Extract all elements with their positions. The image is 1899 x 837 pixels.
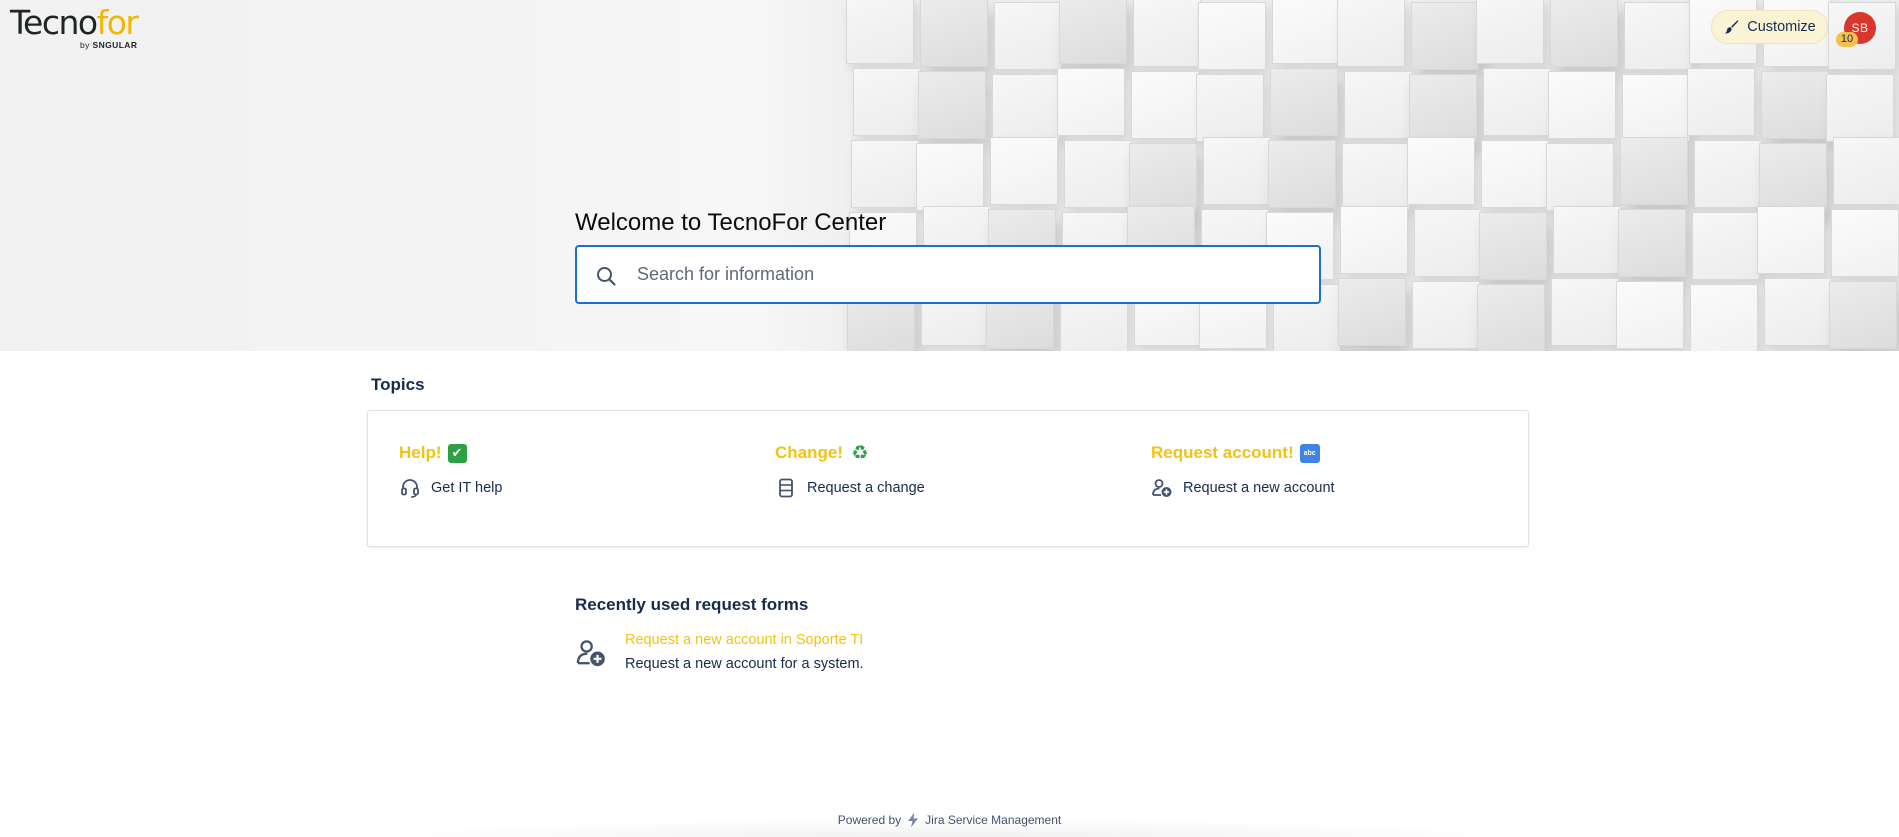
background-cube	[1759, 143, 1827, 211]
background-cube	[918, 71, 986, 139]
background-cube	[1761, 71, 1829, 139]
background-cube	[916, 143, 984, 211]
background-cube	[1064, 140, 1132, 208]
background-cube	[1409, 74, 1477, 142]
background-cube	[1342, 143, 1410, 211]
topic-link-label: Request a change	[807, 480, 925, 496]
logo-wordmark: Tecnofor	[10, 3, 139, 42]
document-icon	[779, 478, 793, 498]
background-cube	[1411, 2, 1479, 70]
recent-form-item: Request a new account in Soporte TI Requ…	[575, 632, 975, 676]
recent-forms-heading: Recently used request forms	[575, 595, 809, 614]
background-cube	[1551, 278, 1619, 346]
background-cube	[1483, 68, 1551, 136]
background-cube	[1618, 209, 1686, 277]
get-it-help-link[interactable]: Get IT help	[399, 477, 502, 499]
topic-change: Change! ♻ Request a change	[775, 443, 925, 499]
background-cube	[1338, 278, 1406, 346]
background-cube	[1831, 209, 1899, 277]
background-cube	[1196, 74, 1264, 142]
background-cube	[1412, 281, 1480, 349]
background-cube	[1833, 137, 1899, 205]
background-cube	[1129, 143, 1197, 211]
topics-heading: Topics	[371, 375, 425, 394]
background-cube	[1826, 74, 1894, 142]
background-cube	[853, 68, 921, 136]
customize-label: Customize	[1747, 19, 1816, 35]
search-icon	[597, 267, 616, 286]
background-cube	[1476, 0, 1544, 64]
background-cube	[1337, 0, 1405, 67]
background-cube	[1546, 143, 1614, 211]
background-cube	[920, 0, 988, 67]
background-cube	[994, 2, 1062, 70]
background-cube	[1272, 0, 1340, 64]
topic-title[interactable]: Request account! abc	[1151, 443, 1335, 463]
powered-by-label: Powered by	[837, 813, 902, 827]
topic-title[interactable]: Help! ✔	[399, 443, 502, 463]
background-cube	[851, 140, 919, 208]
background-cube	[1059, 0, 1127, 64]
footer: Powered by Jira Service Management	[0, 812, 1899, 828]
background-cube	[1481, 140, 1549, 208]
background-cube	[1764, 278, 1832, 346]
background-cube	[1550, 0, 1618, 67]
abc-icon: abc	[1299, 443, 1320, 463]
headset-icon	[401, 479, 419, 498]
customize-button[interactable]: Customize	[1711, 10, 1828, 44]
background-cube	[1268, 140, 1336, 208]
topic-link-label: Request a new account	[1183, 480, 1335, 496]
background-cube	[992, 74, 1060, 142]
background-cube	[1407, 137, 1475, 205]
topic-help: Help! ✔ Get IT help	[399, 443, 502, 499]
logo-tagline: by SNGULAR	[80, 40, 138, 50]
background-cube	[1622, 74, 1690, 142]
background-cube	[1829, 281, 1897, 349]
recycle-icon: ♻	[851, 442, 869, 464]
logo[interactable]: Tecnofor by SNGULAR	[10, 3, 150, 51]
background-cube	[1477, 284, 1545, 351]
topics-card: Help! ✔ Get IT help Change! ♻ Request a …	[367, 410, 1529, 547]
background-cube	[1548, 71, 1616, 139]
background-cube	[1624, 2, 1692, 70]
product-link[interactable]: Jira Service Management	[925, 813, 1061, 827]
background-cube	[1270, 68, 1338, 136]
background-cube	[846, 0, 914, 64]
search-box[interactable]	[575, 245, 1321, 304]
jira-bolt-icon	[908, 812, 919, 828]
background-cube	[1340, 206, 1408, 274]
search-input[interactable]	[637, 247, 1297, 302]
background-cube	[1687, 68, 1755, 136]
paintbrush-icon	[1725, 20, 1739, 34]
topic-link-label: Get IT help	[431, 480, 503, 496]
recent-form-description: Request a new account for a system.	[625, 656, 864, 672]
background-cube	[1131, 71, 1199, 139]
add-user-icon	[1152, 479, 1172, 497]
background-cube	[1694, 140, 1762, 208]
topic-request-account: Request account! abc Request a new accou…	[1151, 443, 1335, 499]
request-change-link[interactable]: Request a change	[775, 477, 925, 499]
page-title: Welcome to TecnoFor Center	[575, 209, 887, 236]
background-cube	[1479, 212, 1547, 280]
background-cube	[990, 137, 1058, 205]
topic-title[interactable]: Change! ♻	[775, 442, 925, 464]
background-cube	[1620, 137, 1688, 205]
recent-form-link[interactable]: Request a new account in Soporte TI	[625, 632, 863, 648]
background-cube	[1133, 0, 1201, 67]
check-mark-icon: ✔	[447, 443, 467, 463]
add-user-icon	[576, 640, 605, 667]
background-cube	[1690, 284, 1758, 351]
background-cube	[1616, 281, 1684, 349]
background-cube	[1344, 71, 1412, 139]
background-cube	[1757, 206, 1825, 274]
notification-badge[interactable]: 10	[1836, 32, 1858, 47]
background-cube	[1553, 206, 1621, 274]
background-cube	[1057, 68, 1125, 136]
background-cube	[1414, 209, 1482, 277]
background-cube	[1692, 212, 1760, 280]
background-cube	[1203, 137, 1271, 205]
background-cube	[1198, 2, 1266, 70]
request-new-account-link[interactable]: Request a new account	[1151, 477, 1335, 499]
